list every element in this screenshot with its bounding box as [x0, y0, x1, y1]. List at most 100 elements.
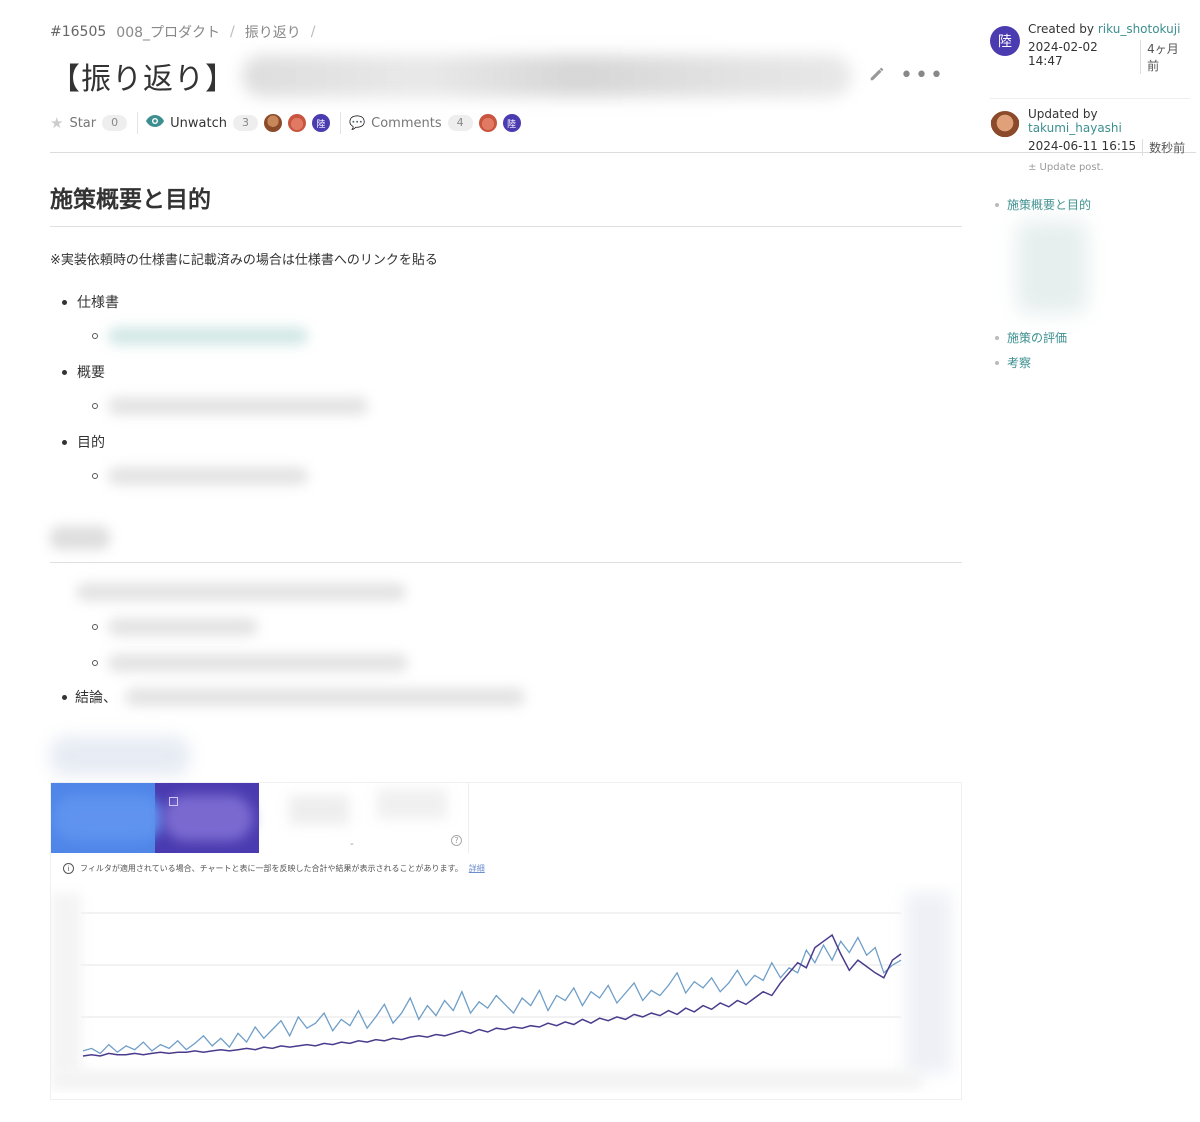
created-time: 2024-02-02 14:47 4ヶ月前 — [1028, 40, 1190, 74]
toc-item[interactable]: 施策の評価 — [995, 329, 1091, 346]
redacted-text — [108, 618, 258, 636]
watch-label: Unwatch — [170, 115, 227, 131]
sub-bullet — [92, 473, 98, 479]
updated-block: Updated by takumi_hayashi 2024-06-11 16:… — [990, 98, 1190, 173]
sub-list-item — [92, 464, 962, 488]
list-item: 仕様書 — [62, 290, 962, 314]
toc-label: 施策の評価 — [1007, 331, 1068, 345]
created-block: 陸 Created by riku_shotokuji 2024-02-02 1… — [990, 22, 1190, 74]
commenter-avatar[interactable] — [478, 114, 497, 132]
breadcrumb-separator: / — [230, 24, 235, 40]
toc-label: 施策概要と目的 — [1007, 198, 1092, 212]
updated-label: Updated by — [1028, 107, 1098, 121]
bullet — [62, 369, 67, 375]
bullet — [62, 694, 67, 700]
star-label: Star — [69, 115, 97, 131]
redacted-axis — [906, 893, 951, 1073]
toc-item[interactable]: 施策概要と目的 — [995, 196, 1091, 213]
updater-link[interactable]: takumi_hayashi — [1028, 121, 1122, 135]
conclusion-label: 結論、 — [75, 690, 117, 706]
redacted-link[interactable] — [108, 327, 308, 345]
redacted-text — [125, 688, 525, 706]
sub-bullet — [92, 333, 98, 339]
sub-list-item — [92, 615, 962, 639]
title-row: 【振り返り】 ••• — [50, 48, 960, 104]
bullet — [62, 299, 67, 305]
updated-at: 2024-06-11 16:15 — [1028, 139, 1137, 153]
watcher-avatar[interactable] — [287, 114, 306, 132]
breadcrumb: #16505 008_プロダクト / 振り返り / — [50, 22, 960, 42]
list-item-label: 目的 — [77, 435, 105, 451]
redacted-text — [76, 583, 406, 601]
created-at: 2024-02-02 14:47 — [1028, 40, 1098, 68]
series-group — [82, 933, 902, 1057]
commenter-avatar[interactable]: 陸 — [502, 114, 521, 132]
breadcrumb-category[interactable]: 008_プロダクト — [116, 22, 220, 42]
eye-icon — [146, 115, 165, 131]
checkbox-icon[interactable] — [169, 797, 178, 806]
series-line — [82, 936, 902, 1055]
help-icon[interactable]: ? — [451, 835, 462, 846]
section-rule — [50, 562, 962, 563]
sub-list-item — [92, 651, 962, 675]
sub-list-item — [92, 324, 962, 348]
post-id: #16505 — [50, 24, 107, 40]
watcher-avatar[interactable] — [263, 114, 282, 132]
redacted-text — [108, 654, 408, 672]
list-item: 目的 — [62, 430, 962, 454]
redacted-metric — [53, 795, 163, 841]
author-panel: 陸 Created by riku_shotokuji 2024-02-02 1… — [990, 22, 1190, 173]
bullet-list: 仕様書 概要 目的 — [50, 290, 962, 488]
breadcrumb-sub[interactable]: 振り返り — [245, 22, 301, 42]
page-title: 【振り返り】 — [50, 62, 236, 97]
breadcrumb-separator: / — [310, 24, 316, 40]
created-ago: 4ヶ月前 — [1140, 40, 1190, 74]
metric-tile[interactable] — [259, 783, 469, 853]
comments-count: 4 — [447, 115, 473, 131]
list-item-label: 仕様書 — [77, 295, 119, 311]
toc-bullet — [995, 335, 999, 340]
sub-list-item — [92, 394, 962, 418]
chevron-down-icon[interactable]: ⌄ — [349, 839, 355, 847]
redacted-metric — [289, 795, 349, 825]
redacted-title — [242, 55, 852, 97]
gridlines — [81, 912, 901, 1018]
title-actions: ••• — [868, 65, 945, 87]
redacted-text — [108, 467, 308, 485]
watch-button[interactable]: Unwatch 3 陸 — [146, 112, 341, 134]
more-options-icon[interactable]: ••• — [900, 65, 945, 87]
redacted-toc — [1017, 221, 1087, 313]
line-chart — [51, 893, 951, 1089]
toc-bullet — [995, 360, 999, 365]
conclusion-item: 結論、 — [62, 687, 962, 707]
notice-link[interactable]: 詳細 — [469, 863, 485, 874]
redacted-axis — [51, 1071, 921, 1089]
updater-avatar[interactable] — [990, 111, 1020, 141]
sub-bullet — [92, 660, 98, 666]
page-header: #16505 008_プロダクト / 振り返り / 【振り返り】 ••• — [50, 22, 960, 104]
comments-button[interactable]: 💬 Comments 4 陸 — [349, 112, 531, 134]
sub-bullet — [92, 624, 98, 630]
list-item-label: 概要 — [77, 365, 105, 381]
created-line: Created by riku_shotokuji — [1028, 22, 1190, 36]
created-label: Created by — [1028, 22, 1095, 36]
toc-bullet — [995, 202, 999, 207]
toc-item[interactable]: 考察 — [995, 354, 1091, 371]
pencil-icon[interactable] — [868, 65, 886, 87]
comments-label: Comments — [371, 115, 442, 131]
toc-label: 考察 — [1007, 356, 1032, 370]
redacted-heading — [50, 736, 190, 776]
note-text: ※実装依頼時の仕様書に記載済みの場合は仕様書へのリンクを貼る — [50, 253, 438, 268]
redacted-text — [108, 397, 368, 415]
updated-time: 2024-06-11 16:15 数秒前 — [1028, 139, 1190, 156]
star-count: 0 — [102, 115, 128, 131]
redacted-heading — [50, 526, 110, 550]
star-button[interactable]: ★ Star 0 — [50, 112, 139, 134]
meta-row: ★ Star 0 Unwatch 3 陸 💬 Comments 4 陸 — [50, 112, 531, 134]
creator-avatar[interactable]: 陸 — [990, 26, 1020, 56]
creator-link[interactable]: riku_shotokuji — [1098, 22, 1181, 36]
update-post-link[interactable]: ± Update post. — [1028, 162, 1190, 173]
watcher-avatar[interactable]: 陸 — [311, 114, 330, 132]
comments-icon: 💬 — [348, 115, 366, 131]
table-of-contents: 施策概要と目的 施策の評価 考察 — [995, 196, 1091, 379]
